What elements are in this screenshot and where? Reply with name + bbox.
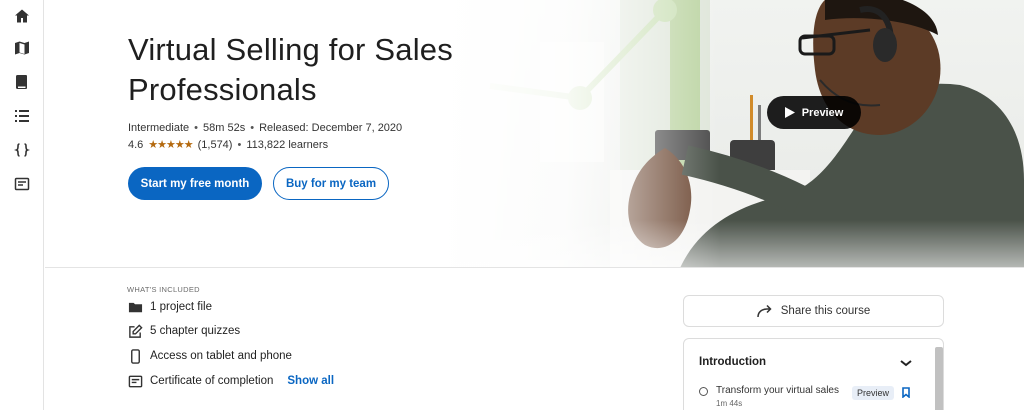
share-arrow-icon — [757, 304, 772, 318]
included-item-label: 1 project file — [150, 301, 213, 313]
course-hero: Virtual Selling for Sales Professionals … — [45, 0, 1024, 268]
included-item: 5 chapter quizzes — [127, 323, 240, 339]
sidebar-item-library[interactable] — [0, 66, 44, 98]
bookmark-icon[interactable] — [902, 387, 910, 398]
list-icon — [15, 110, 29, 122]
section-title[interactable]: Introduction — [699, 356, 766, 368]
hero-divider — [45, 267, 1024, 268]
certificate-icon — [127, 373, 143, 389]
share-course-button[interactable]: Share this course — [683, 295, 944, 327]
learner-count: 113,822 learners — [246, 138, 329, 151]
home-icon — [15, 9, 29, 23]
course-title: Virtual Selling for Sales Professionals — [128, 32, 453, 107]
rating-stars: ★★★★★ — [148, 139, 193, 151]
contents-scrollbar[interactable] — [935, 347, 943, 410]
sidebar-item-paths[interactable] — [0, 32, 44, 64]
rating-count[interactable]: (1,574) — [198, 139, 233, 151]
included-item-label: Certificate of completion — [150, 375, 274, 387]
course-contents: Introduction Transform your virtual sale… — [683, 338, 944, 410]
included-item-label: Access on tablet and phone — [150, 350, 292, 362]
sidebar-item-code[interactable] — [0, 134, 44, 166]
show-all-link[interactable]: Show all — [287, 375, 334, 387]
sidebar-item-certificates[interactable] — [0, 168, 44, 200]
included-item: 1 project file — [127, 299, 212, 315]
edit-icon — [127, 323, 143, 339]
separator-dot: • — [194, 122, 199, 134]
phone-icon — [127, 348, 143, 364]
lesson-status-circle — [699, 387, 708, 396]
sidebar-item-contents[interactable] — [0, 100, 44, 132]
whats-included-heading: WHAT'S INCLUDED — [127, 285, 200, 294]
start-free-month-button[interactable]: Start my free month — [128, 167, 262, 200]
course-level: Intermediate — [128, 122, 190, 134]
preview-label: Preview — [801, 106, 844, 119]
code-braces-icon — [14, 143, 30, 157]
folder-icon — [127, 299, 143, 315]
buy-for-team-button[interactable]: Buy for my team — [273, 167, 389, 200]
hero-bottom-fade — [440, 220, 1024, 268]
share-label: Share this course — [780, 305, 871, 317]
separator-dot: • — [250, 122, 255, 134]
course-duration: 58m 52s — [203, 122, 246, 134]
play-icon — [784, 107, 795, 118]
course-rating-row: 4.6 ★★★★★ (1,574) • 113,822 learners — [128, 138, 329, 152]
left-sidebar — [0, 0, 44, 410]
chevron-down-icon[interactable] — [900, 358, 912, 368]
included-item: Access on tablet and phone — [127, 348, 292, 364]
included-item-label: 5 chapter quizzes — [150, 325, 241, 337]
book-icon — [16, 75, 27, 89]
included-item: Certificate of completion Show all — [127, 373, 334, 389]
course-meta: Intermediate • 58m 52s • Released: Decem… — [128, 122, 402, 134]
lesson-title[interactable]: Transform your virtual sales — [716, 385, 839, 396]
lesson-preview-badge[interactable]: Preview — [852, 386, 895, 400]
preview-button[interactable]: Preview — [767, 96, 861, 129]
certificate-icon — [14, 177, 30, 191]
lesson-duration: 1m 44s — [716, 399, 743, 408]
map-icon — [15, 41, 29, 55]
rating-value: 4.6 — [128, 138, 144, 151]
sidebar-item-home[interactable] — [0, 0, 44, 32]
separator-dot: • — [237, 138, 242, 151]
course-release-date: Released: December 7, 2020 — [259, 122, 403, 134]
